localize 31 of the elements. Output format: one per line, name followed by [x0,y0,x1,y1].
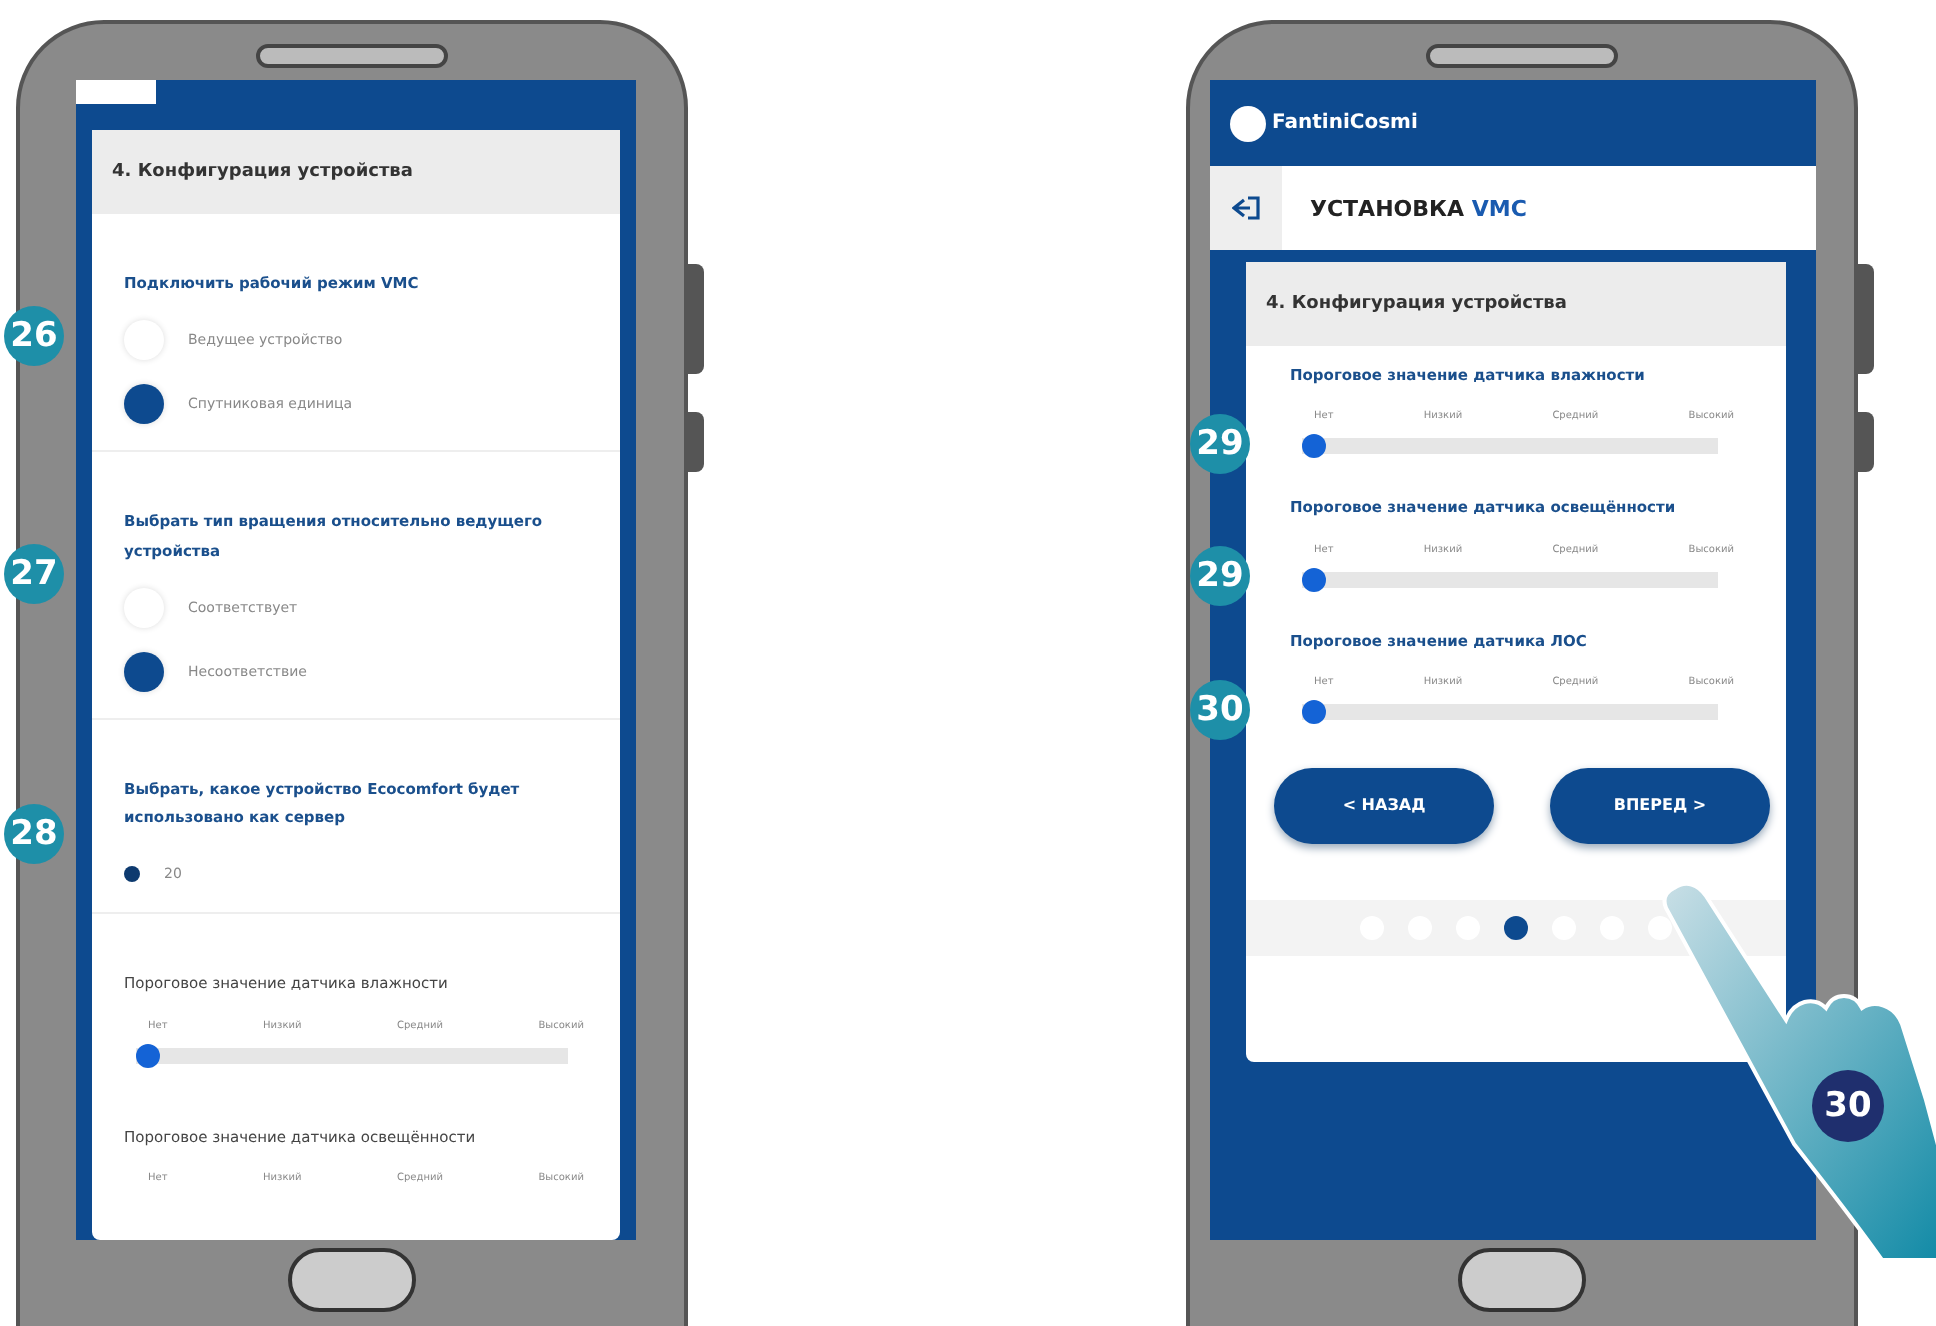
callout-badge: 30 [1190,679,1250,739]
nav-button[interactable]: ВПЕРЕД > [1550,767,1770,844]
top-strip [76,80,156,104]
home-button[interactable] [288,1248,416,1312]
exit-icon [1232,196,1260,220]
radio-button[interactable] [124,384,164,425]
slider[interactable] [1302,434,1718,459]
logo: FantiniCosmi [1272,112,1418,134]
callout-badge: 29 [1190,414,1250,474]
card-title: 4. Конфигурация устройства [112,162,413,182]
radio-button[interactable] [124,866,140,883]
slider-thumb[interactable] [1302,434,1326,459]
slider-thumb[interactable] [1302,567,1326,591]
logo-icon [1230,105,1266,141]
slider[interactable] [1302,567,1718,591]
step-dot[interactable] [1648,915,1672,940]
slider[interactable] [136,1043,568,1067]
callout-badge: 29 [1190,546,1250,607]
slider[interactable] [1302,699,1718,724]
callout-badge: 26 [4,306,64,366]
back-button[interactable] [1210,166,1282,250]
nav-button[interactable]: < НАЗАД [1274,767,1494,844]
callout-badge: 27 [4,544,64,605]
radio-button[interactable] [124,651,164,692]
step-dot[interactable] [1504,915,1528,940]
card-title: 4. Конфигурация устройства [1266,294,1567,314]
home-button[interactable] [1458,1248,1586,1312]
slider-thumb[interactable] [1302,699,1326,724]
slider-thumb[interactable] [136,1043,160,1067]
callout-badge: 28 [4,803,64,864]
page-title: УСТАНОВКА VMC [1310,195,1527,221]
